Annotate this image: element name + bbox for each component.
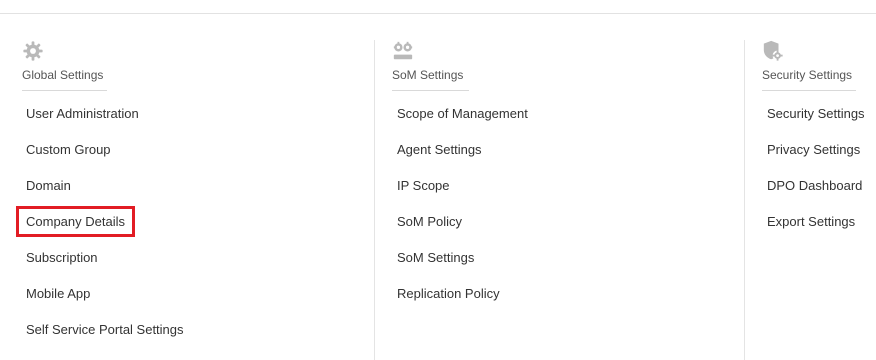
menu-item-export-settings[interactable]: Export Settings: [767, 212, 865, 248]
menu-item-subscription[interactable]: Subscription: [26, 248, 184, 284]
menu-item-replication-policy[interactable]: Replication Policy: [397, 284, 528, 320]
menu-item-security-settings[interactable]: Security Settings: [767, 104, 865, 140]
som-settings-section: SoM Settings Scope of Management Agent S…: [374, 40, 745, 360]
global-settings-section: Global Settings User Administration Cust…: [0, 0, 374, 360]
menu-item-scope-of-management[interactable]: Scope of Management: [397, 104, 528, 140]
section-title: Global Settings: [22, 68, 108, 91]
security-settings-header: Security Settings: [762, 40, 857, 91]
security-settings-section: Security Settings Security Settings Priv…: [744, 40, 876, 360]
menu-item-som-policy[interactable]: SoM Policy: [397, 212, 528, 248]
section-title: Security Settings: [762, 68, 857, 91]
menu-item-company-details[interactable]: Company Details: [26, 212, 184, 248]
menu-item-custom-group[interactable]: Custom Group: [26, 140, 184, 176]
section-title: SoM Settings: [392, 68, 470, 91]
som-settings-list: Scope of Management Agent Settings IP Sc…: [397, 104, 528, 320]
global-settings-header: Global Settings: [22, 40, 108, 91]
global-settings-list: User Administration Custom Group Domain …: [26, 104, 184, 356]
menu-item-self-service-portal-settings[interactable]: Self Service Portal Settings: [26, 320, 184, 356]
som-settings-header: SoM Settings: [392, 40, 470, 91]
menu-item-som-settings[interactable]: SoM Settings: [397, 248, 528, 284]
menu-item-domain[interactable]: Domain: [26, 176, 184, 212]
menu-item-ip-scope[interactable]: IP Scope: [397, 176, 528, 212]
gear-icon: [23, 41, 43, 61]
menu-item-dpo-dashboard[interactable]: DPO Dashboard: [767, 176, 865, 212]
som-settings-icon: [393, 41, 413, 60]
menu-item-mobile-app[interactable]: Mobile App: [26, 284, 184, 320]
security-settings-list: Security Settings Privacy Settings DPO D…: [767, 104, 865, 248]
menu-item-user-administration[interactable]: User Administration: [26, 104, 184, 140]
shield-gear-icon: [763, 40, 783, 61]
menu-item-privacy-settings[interactable]: Privacy Settings: [767, 140, 865, 176]
menu-item-agent-settings[interactable]: Agent Settings: [397, 140, 528, 176]
